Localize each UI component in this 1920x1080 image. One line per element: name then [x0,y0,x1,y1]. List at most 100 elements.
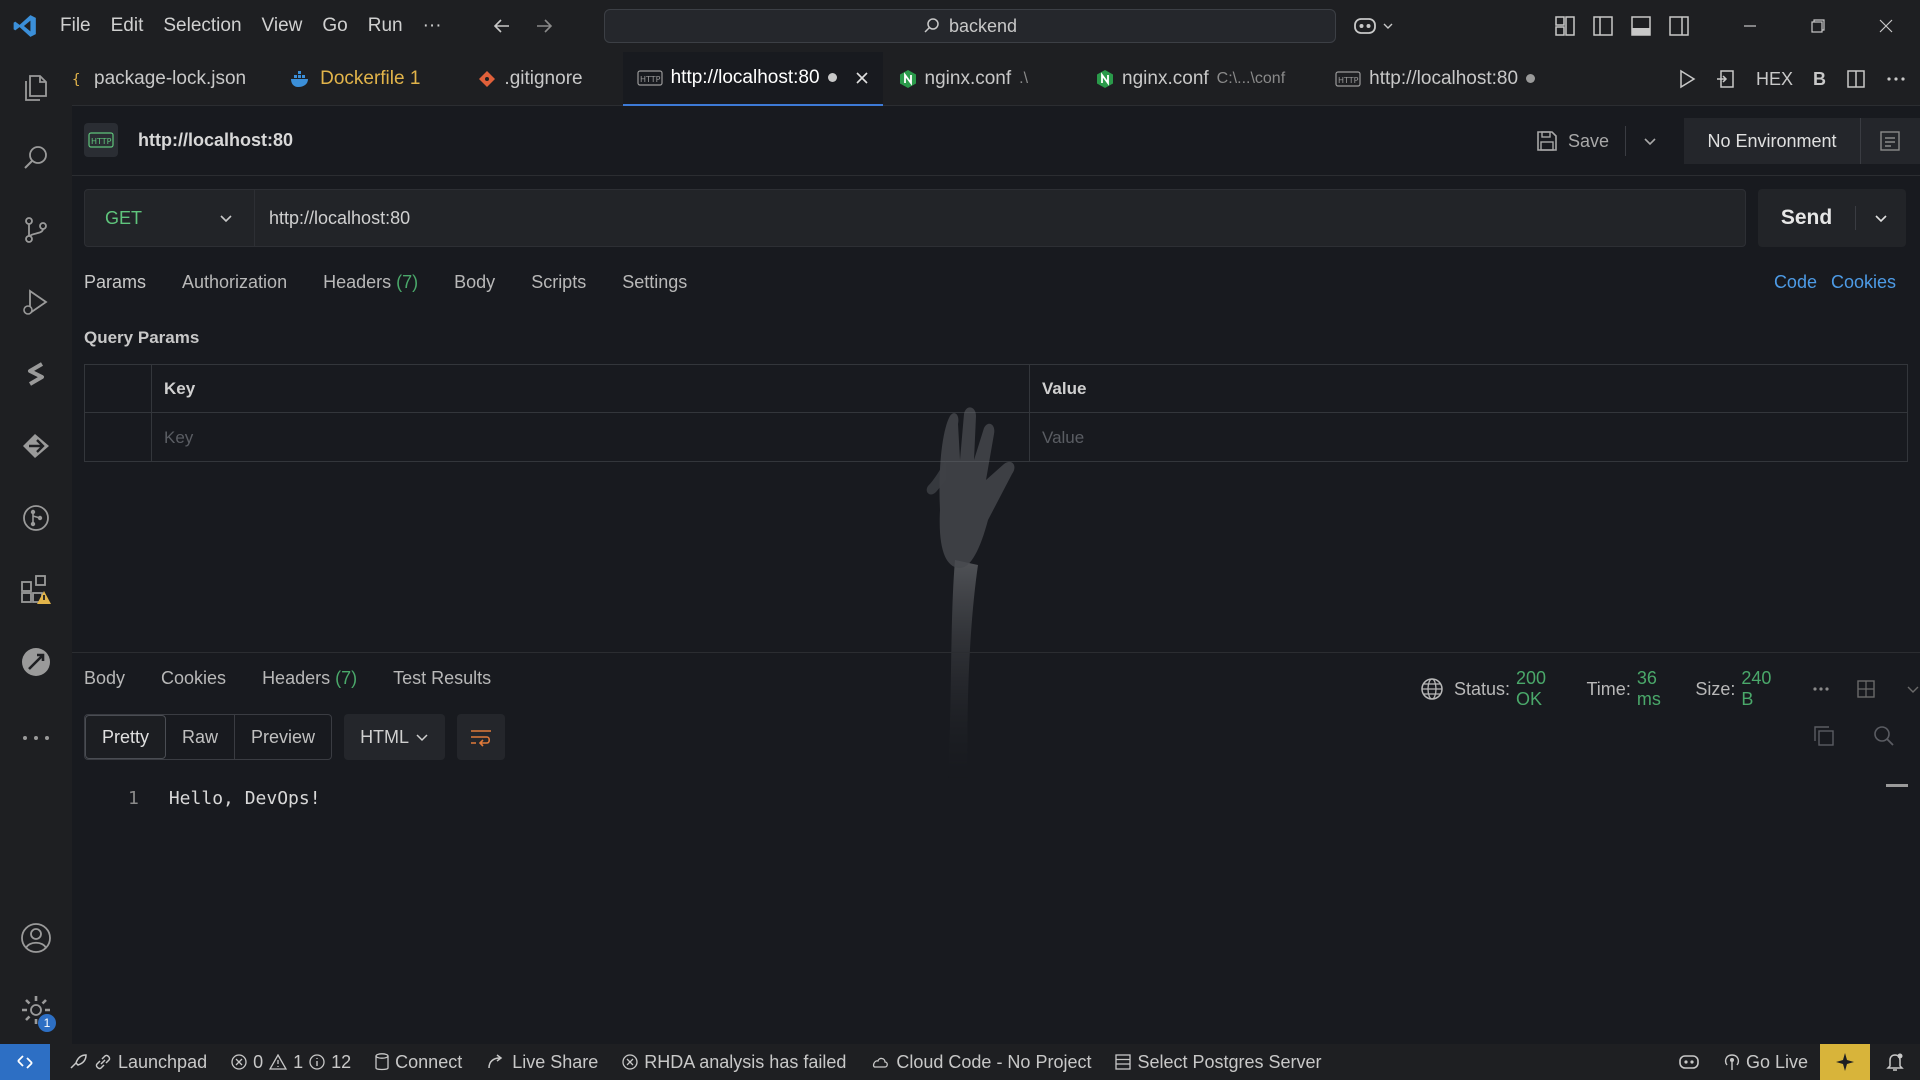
minimize-button[interactable] [1716,0,1784,52]
close-tab-icon[interactable] [855,71,869,85]
more-actions-icon[interactable] [1886,76,1906,82]
layout-toggle-icon[interactable] [1856,679,1876,699]
cookies-link[interactable]: Cookies [1831,272,1896,293]
live-share-item[interactable]: Live Share [474,1044,610,1080]
deploy-arrow-icon[interactable] [0,416,72,476]
format-pretty[interactable]: Pretty [85,715,167,759]
value-input[interactable]: Value [1030,413,1907,462]
search-sidebar-icon[interactable] [0,128,72,188]
response-tab-test-results[interactable]: Test Results [393,668,491,689]
word-wrap-button[interactable] [457,714,506,760]
send-options-chevron-icon[interactable] [1856,210,1906,226]
remote-indicator-button[interactable] [0,1044,50,1080]
search-response-icon[interactable] [1872,724,1896,748]
menu-run[interactable]: Run [358,0,413,52]
remote-explorer-icon[interactable] [0,632,72,692]
tab-body[interactable]: Body [454,272,495,293]
restore-button[interactable] [1784,0,1852,52]
format-preview[interactable]: Preview [234,715,331,759]
tab-label: .gitignore [504,67,583,89]
response-tab-body[interactable]: Body [84,668,125,689]
menu-selection[interactable]: Selection [153,0,251,52]
send-button[interactable]: Send [1758,206,1856,230]
tab-gitignore[interactable]: .gitignore [464,52,596,106]
tab-dockerfile[interactable]: Dockerfile 1 [276,52,434,106]
extension-s-icon[interactable] [0,344,72,404]
request-title[interactable]: http://localhost:80 [138,130,293,151]
hex-editor-button[interactable]: HEX [1756,69,1793,90]
tab-authorization[interactable]: Authorization [182,272,287,293]
copilot-status-icon[interactable] [1666,1044,1712,1080]
globe-icon[interactable] [1420,677,1444,701]
toggle-sidebar-icon[interactable] [1592,15,1614,37]
rhda-item[interactable]: RHDA analysis has failed [610,1044,858,1080]
broadcast-icon [1724,1053,1740,1071]
menu-file[interactable]: File [50,0,101,52]
language-dropdown[interactable]: HTML [344,714,446,760]
method-select[interactable]: GET [85,190,255,246]
tab-settings[interactable]: Settings [622,272,687,293]
tab-http-localhost-active[interactable]: HTTP http://localhost:80 [622,51,883,106]
tab-label: Dockerfile 1 [320,67,421,89]
response-tab-cookies[interactable]: Cookies [161,668,226,689]
notifications-bell-icon[interactable] [1870,1044,1920,1080]
forward-arrow-icon[interactable] [534,16,554,36]
response-body-text[interactable]: Hello, DevOps! [169,788,321,809]
copy-icon[interactable] [1812,724,1836,748]
cloud-code-item[interactable]: Cloud Code - No Project [858,1044,1103,1080]
tab-headers[interactable]: Headers (7) [323,272,418,293]
more-options-icon[interactable] [1812,686,1830,692]
explorer-icon[interactable] [0,58,72,118]
menu-more[interactable]: ··· [413,0,452,52]
menu-go[interactable]: Go [312,0,357,52]
tab-scripts[interactable]: Scripts [531,272,586,293]
tab-package-lock[interactable]: { package-lock.json [72,52,260,106]
customize-layout-icon[interactable] [1554,15,1576,37]
git-graph-icon[interactable] [0,488,72,548]
command-center-search[interactable]: backend [604,9,1336,43]
tab-params[interactable]: Params [84,272,146,293]
more-views-icon[interactable] [0,708,72,768]
bold-button[interactable]: B [1813,69,1826,90]
menu-view[interactable]: View [252,0,313,52]
tab-http-localhost-2[interactable]: HTTP http://localhost:80 [1321,52,1549,106]
settings-gear-icon[interactable]: 1 [0,980,72,1040]
run-icon[interactable] [1678,69,1696,89]
copilot-icon[interactable] [1352,15,1394,37]
run-debug-icon[interactable] [0,272,72,332]
accounts-icon[interactable] [0,908,72,968]
collapse-chevron-icon[interactable] [1906,682,1920,696]
url-input[interactable]: http://localhost:80 [255,208,410,229]
back-arrow-icon[interactable] [492,16,512,36]
extensions-icon[interactable] [0,560,72,620]
postgres-item[interactable]: Select Postgres Server [1103,1044,1333,1080]
menu-edit[interactable]: Edit [101,0,154,52]
environment-selector[interactable]: No Environment [1684,118,1920,164]
scrollbar-marker[interactable] [1886,784,1908,787]
split-editor-icon[interactable] [1846,69,1866,89]
go-live-item[interactable]: Go Live [1712,1044,1820,1080]
divider [1625,126,1627,156]
response-tab-headers[interactable]: Headers (7) [262,668,357,689]
live-share-icon [486,1053,506,1071]
row-checkbox-cell[interactable] [85,413,152,462]
toggle-secondary-sidebar-icon[interactable] [1668,15,1690,37]
sparkle-button[interactable] [1820,1044,1870,1080]
postgres-label: Select Postgres Server [1137,1051,1322,1072]
connect-item[interactable]: Connect [363,1044,474,1080]
code-link[interactable]: Code [1774,272,1817,293]
save-options-chevron-icon[interactable] [1642,133,1658,149]
environment-settings-icon[interactable] [1861,130,1919,152]
open-preview-icon[interactable] [1716,69,1736,89]
toggle-panel-icon[interactable] [1630,15,1652,37]
format-raw[interactable]: Raw [166,715,234,759]
close-window-button[interactable] [1852,0,1920,52]
save-button[interactable]: Save [1568,131,1609,152]
tab-nginx-conf-1[interactable]: nginx.conf .\ [885,52,1043,106]
live-share-label: Live Share [512,1051,599,1072]
save-icon[interactable] [1536,130,1558,152]
source-control-icon[interactable] [0,200,72,260]
problems-item[interactable]: 0 1 12 [219,1044,363,1080]
launchpad-item[interactable]: Launchpad [56,1044,219,1080]
tab-nginx-conf-2[interactable]: nginx.conf C:\...\conf [1082,52,1299,106]
